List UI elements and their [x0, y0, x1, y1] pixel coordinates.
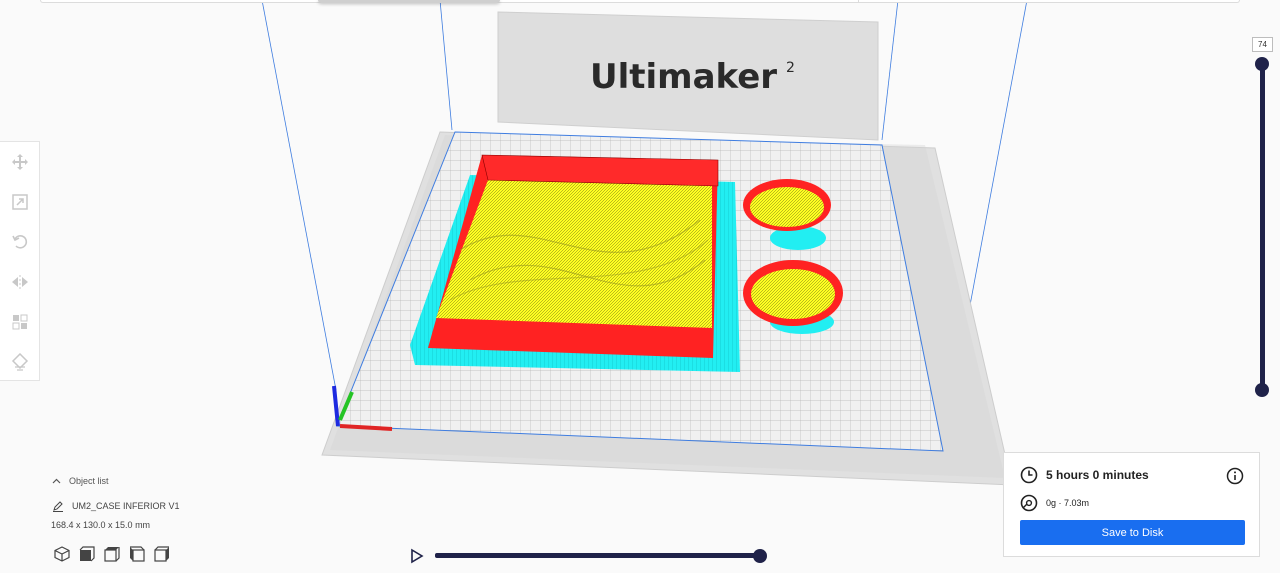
save-to-disk-button[interactable]: Save to Disk: [1020, 520, 1245, 545]
right-view-button[interactable]: [152, 545, 171, 562]
per-model-settings-icon: [12, 314, 28, 330]
left-view-button[interactable]: [127, 545, 146, 562]
top-divider: [858, 0, 859, 3]
clock-icon: [1020, 466, 1038, 484]
3d-view-button[interactable]: [52, 545, 71, 562]
layer-slider-upper-handle[interactable]: [1255, 57, 1269, 71]
top-view-icon: [103, 546, 120, 562]
material-row: 0g · 7.03m: [1020, 494, 1089, 512]
front-view-icon: [79, 545, 95, 561]
top-tab-shadow: [318, 0, 500, 3]
mirror-tool-button[interactable]: [8, 270, 32, 294]
layer-number-badge[interactable]: 74: [1252, 37, 1273, 52]
scale-icon: [12, 194, 28, 210]
play-icon[interactable]: [410, 548, 424, 564]
printer-backplate: Ultimaker 2: [497, 11, 879, 141]
spool-icon: [1020, 494, 1038, 512]
rotate-tool-button[interactable]: [8, 230, 32, 254]
layer-slider-lower-handle[interactable]: [1255, 383, 1269, 397]
object-dimensions: 168.4 x 130.0 x 15.0 mm: [51, 520, 151, 530]
print-info-panel: 5 hours 0 minutes 0g · 7.03m Save to Dis…: [1003, 452, 1260, 557]
per-model-settings-button[interactable]: [8, 310, 32, 334]
move-tool-button[interactable]: [8, 150, 32, 174]
front-view-button[interactable]: [77, 545, 96, 562]
move-icon: [12, 154, 28, 170]
top-view-button[interactable]: [102, 545, 121, 562]
print-time-row: 5 hours 0 minutes: [1020, 466, 1149, 484]
object-name: UM2_CASE INFERIOR V1: [72, 501, 180, 511]
support-blocker-button[interactable]: [8, 350, 32, 374]
printer-brand: Ultimaker: [590, 57, 777, 97]
top-bar: [40, 0, 1240, 3]
info-icon[interactable]: [1226, 467, 1244, 485]
printer-model-superscript: 2: [786, 60, 795, 76]
simulation-slider-handle[interactable]: [753, 549, 767, 563]
pencil-icon: [53, 501, 63, 512]
scale-tool-button[interactable]: [8, 190, 32, 214]
object-name-row[interactable]: UM2_CASE INFERIOR V1: [52, 500, 180, 512]
object-list-label: Object list: [69, 476, 109, 486]
mirror-icon: [12, 275, 28, 289]
3d-view-icon: [53, 545, 70, 562]
layer-slider-track[interactable]: [1260, 63, 1265, 391]
left-view-icon: [129, 545, 145, 562]
object-list-toggle[interactable]: Object list: [52, 476, 109, 486]
material-usage: 0g · 7.03m: [1046, 498, 1090, 508]
simulation-slider-track[interactable]: [435, 553, 761, 558]
rotate-icon: [12, 235, 28, 249]
left-toolbar: [0, 141, 40, 381]
support-blocker-icon: [11, 353, 29, 371]
right-view-icon: [153, 545, 169, 562]
view-buttons: [52, 545, 171, 562]
chevron-up-icon: [52, 478, 61, 484]
print-time: 5 hours 0 minutes: [1046, 468, 1149, 482]
